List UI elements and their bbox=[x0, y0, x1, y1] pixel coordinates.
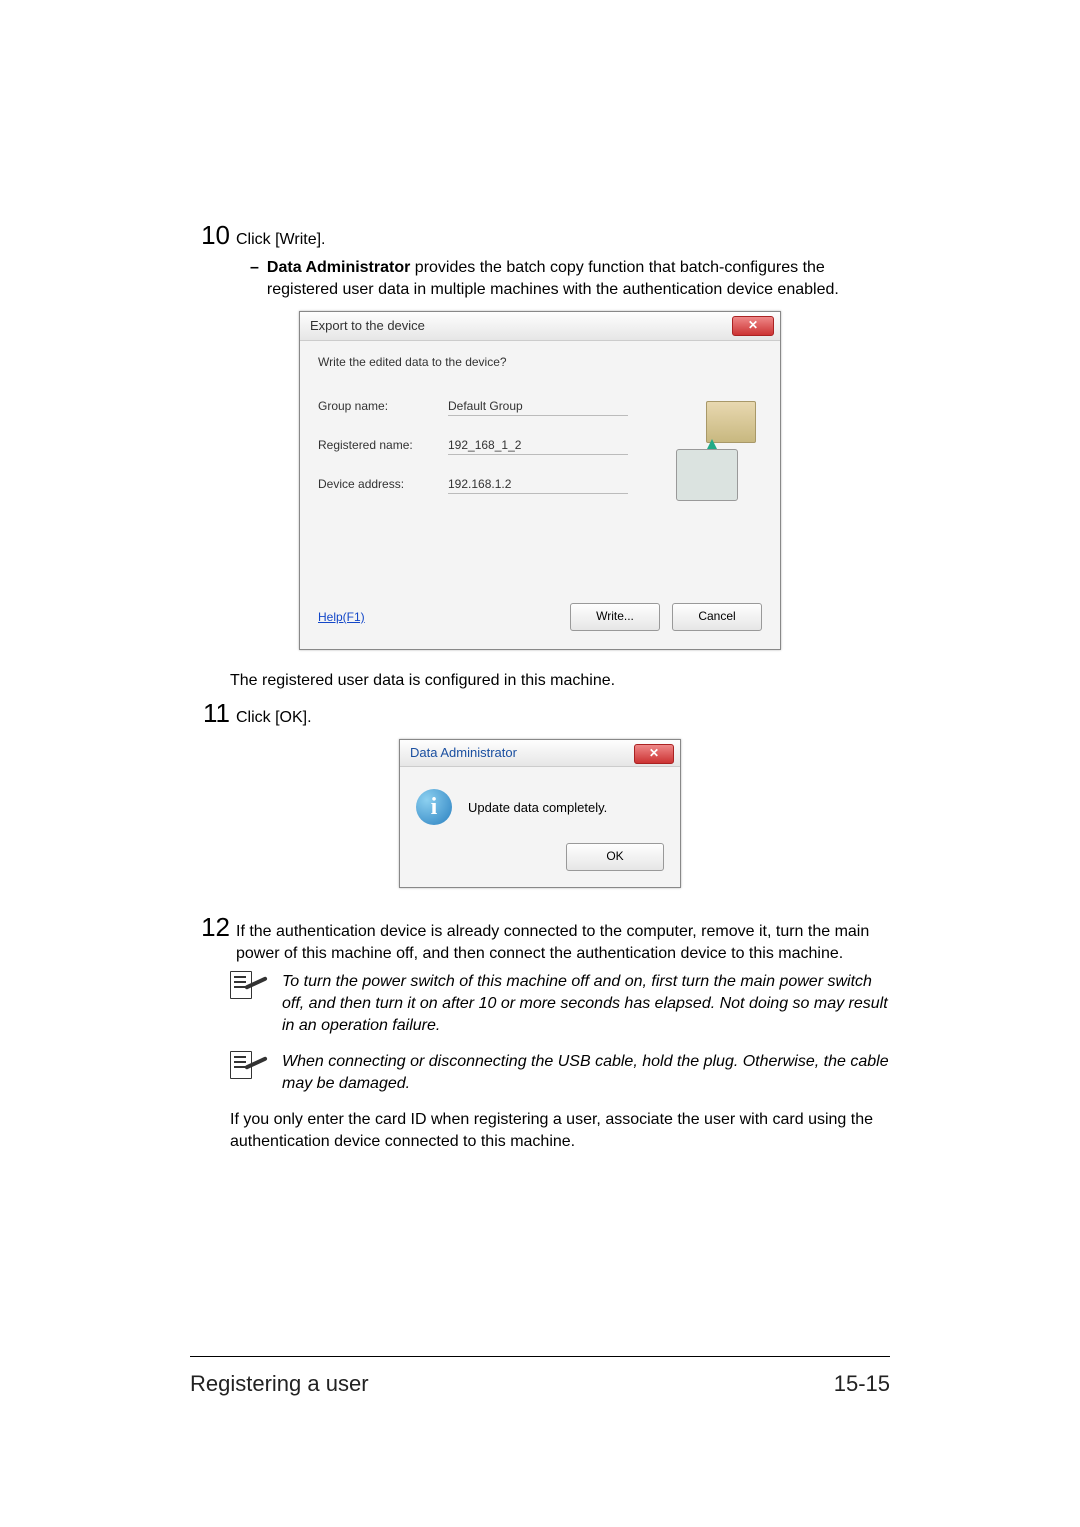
step-10-bullet-text: Data Administrator provides the batch co… bbox=[267, 257, 890, 301]
note-icon bbox=[230, 971, 268, 1001]
ok-dialog-message: Update data completely. bbox=[468, 800, 607, 815]
dialog-title-bar: Export to the device ✕ bbox=[300, 312, 780, 341]
note-2-text: When connecting or disconnecting the USB… bbox=[282, 1051, 890, 1095]
close-button[interactable]: ✕ bbox=[732, 316, 774, 336]
export-buttons: Write... Cancel bbox=[570, 603, 762, 631]
group-name-value: Default Group bbox=[448, 399, 628, 416]
group-name-label: Group name: bbox=[318, 399, 448, 416]
step-12: 12 If the authentication device is alrea… bbox=[190, 912, 890, 965]
help-link[interactable]: Help(F1) bbox=[318, 610, 365, 624]
note-icon bbox=[230, 1051, 268, 1081]
note-1-text: To turn the power switch of this machine… bbox=[282, 971, 890, 1037]
step-10: 10 Click [Write]. bbox=[190, 220, 890, 251]
write-button[interactable]: Write... bbox=[570, 603, 660, 631]
export-dialog-body: Write the edited data to the device? Gro… bbox=[300, 341, 780, 603]
info-icon: i bbox=[416, 789, 452, 825]
registered-name-value: 192_168_1_2 bbox=[448, 438, 628, 455]
ok-dialog: Data Administrator ✕ i Update data compl… bbox=[399, 739, 681, 888]
device-address-label: Device address: bbox=[318, 477, 448, 494]
step-11-text: Click [OK]. bbox=[236, 701, 312, 729]
export-question: Write the edited data to the device? bbox=[318, 355, 762, 369]
footer-rule bbox=[190, 1356, 890, 1357]
step-12-text: If the authentication device is already … bbox=[236, 915, 890, 965]
device-illustration bbox=[676, 401, 756, 501]
step-number-11: 11 bbox=[190, 698, 230, 729]
step-10-text: Click [Write]. bbox=[236, 223, 325, 251]
step-number-12: 12 bbox=[190, 912, 230, 943]
close-button[interactable]: ✕ bbox=[634, 744, 674, 764]
export-dialog: Export to the device ✕ Write the edited … bbox=[299, 311, 781, 650]
cancel-button[interactable]: Cancel bbox=[672, 603, 762, 631]
device-address-value: 192.168.1.2 bbox=[448, 477, 628, 494]
document-page: 10 Click [Write]. – Data Administrator p… bbox=[0, 0, 1080, 1527]
step-number-10: 10 bbox=[190, 220, 230, 251]
ok-dialog-body: i Update data completely. bbox=[400, 767, 680, 835]
ok-dialog-title-bar: Data Administrator ✕ bbox=[400, 740, 680, 767]
computer-icon bbox=[676, 449, 738, 501]
bold-term: Data Administrator bbox=[267, 259, 410, 276]
footer-page-number: 15-15 bbox=[834, 1371, 890, 1397]
ok-button[interactable]: OK bbox=[566, 843, 664, 871]
note-1: To turn the power switch of this machine… bbox=[230, 971, 890, 1037]
note-2: When connecting or disconnecting the USB… bbox=[230, 1051, 890, 1095]
closing-paragraph: If you only enter the card ID when regis… bbox=[230, 1109, 890, 1153]
registered-name-label: Registered name: bbox=[318, 438, 448, 455]
result-text: The registered user data is configured i… bbox=[230, 670, 890, 692]
export-dialog-footer: Help(F1) Write... Cancel bbox=[300, 603, 780, 649]
step-11: 11 Click [OK]. bbox=[190, 698, 890, 729]
printer-icon bbox=[706, 401, 756, 443]
step-10-bullet: – Data Administrator provides the batch … bbox=[250, 257, 890, 301]
ok-dialog-footer: OK bbox=[400, 835, 680, 887]
export-dialog-title: Export to the device bbox=[310, 318, 425, 333]
footer-section-title: Registering a user bbox=[190, 1371, 369, 1397]
ok-dialog-title: Data Administrator bbox=[410, 745, 517, 760]
bullet-dash: – bbox=[250, 257, 259, 279]
